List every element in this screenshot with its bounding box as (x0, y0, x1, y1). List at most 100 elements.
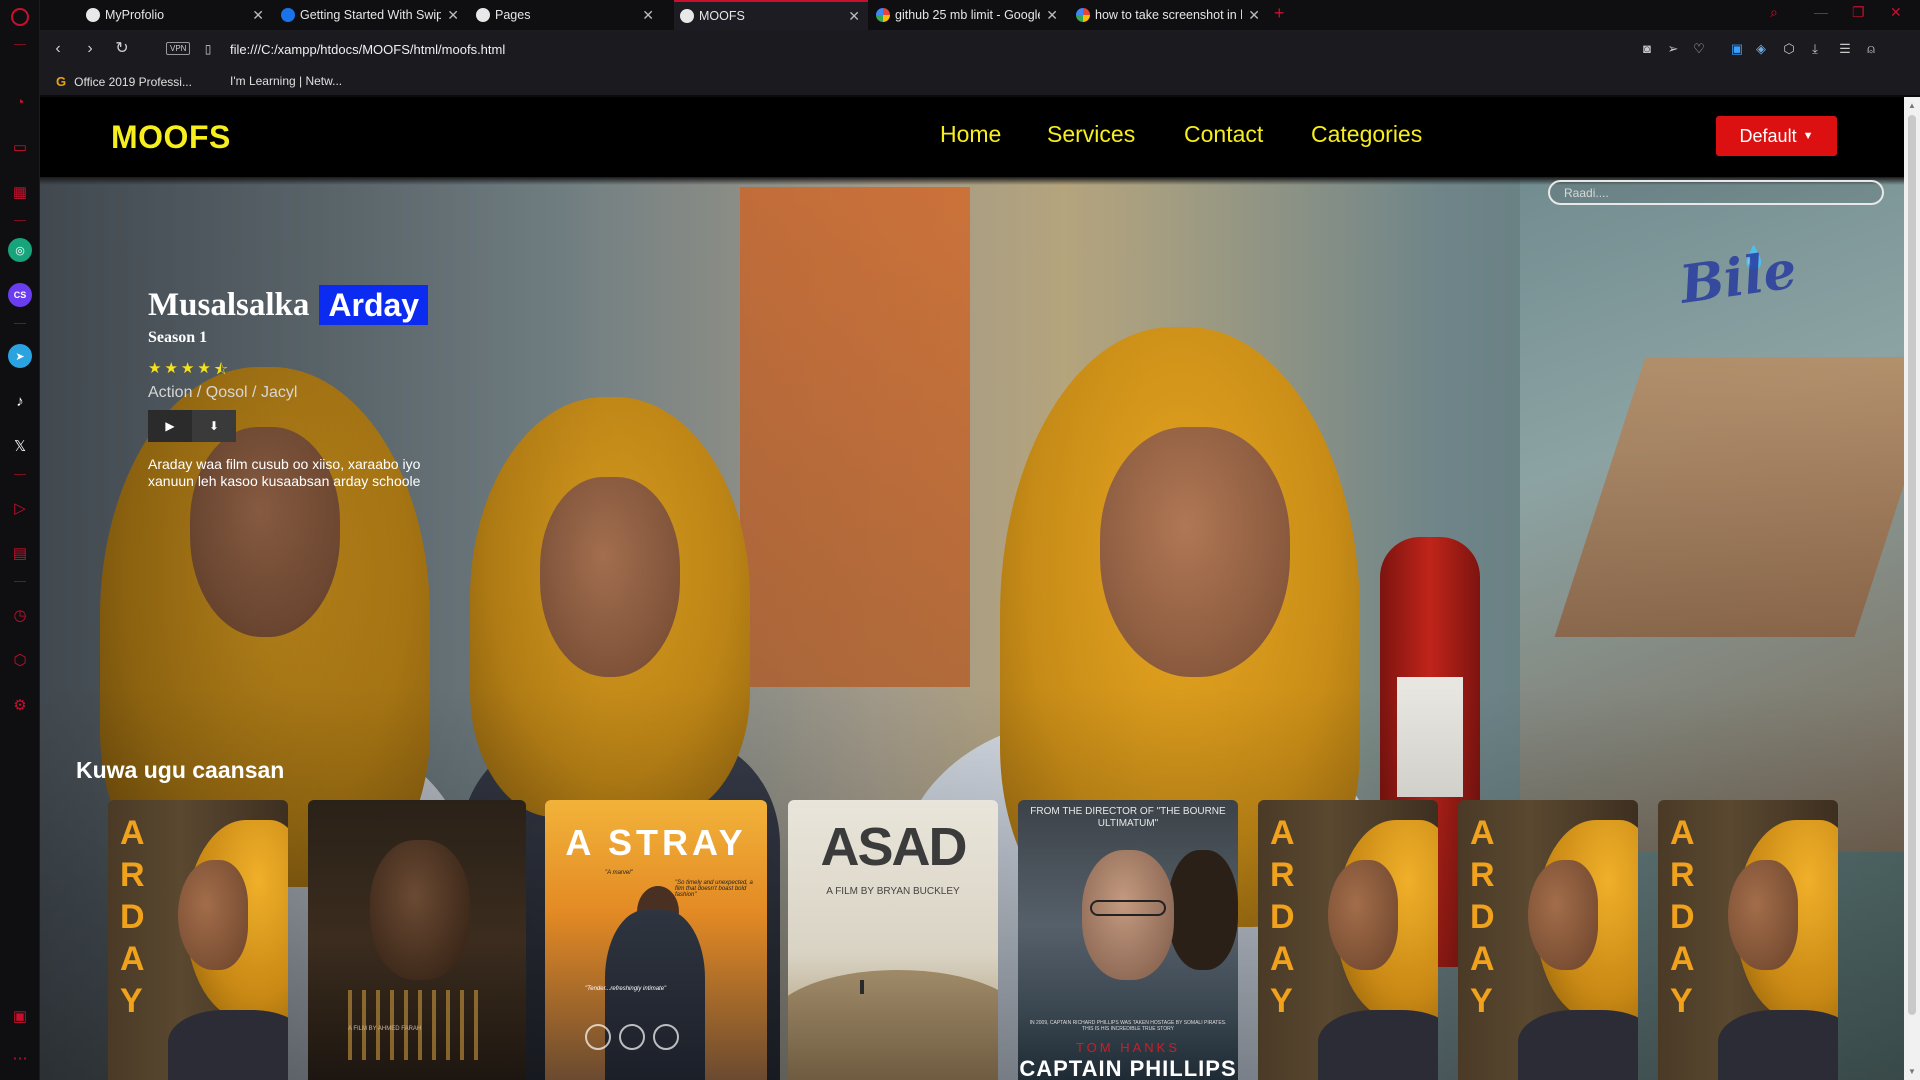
nav-services[interactable]: Services (1047, 121, 1135, 148)
tab-swiper[interactable]: Getting Started With Swiper ✕ (275, 0, 467, 30)
poster-laurels (585, 1024, 679, 1050)
bookmark-learning[interactable]: I'm Learning | Netw... (230, 74, 342, 88)
tab-moofs[interactable]: MOOFS ✕ (674, 0, 868, 30)
play-button[interactable]: ▶ (148, 410, 192, 442)
sidebar-divider (14, 474, 26, 475)
site-logo[interactable]: MOOFS (111, 119, 231, 156)
poster-arday[interactable]: A R D A Y (1658, 800, 1838, 1080)
reload-icon[interactable]: ↻ (112, 39, 132, 59)
scrollbar-thumb[interactable] (1908, 115, 1916, 1015)
poster-art (605, 910, 705, 1080)
bookmark-label: Office 2019 Professi... (74, 74, 192, 89)
tab-screenshot[interactable]: how to take screenshot in l ✕ (1070, 0, 1268, 30)
poster-captain-phillips[interactable]: FROM THE DIRECTOR OF "THE BOURNE ULTIMAT… (1018, 800, 1238, 1080)
calendar-icon[interactable]: ▦ (8, 180, 32, 204)
poster-art (348, 990, 488, 1060)
more-options-icon[interactable]: ⋯ (8, 1046, 32, 1070)
search-tabs-icon[interactable]: ⌕ (1770, 4, 1778, 21)
wallet-icon[interactable]: ▤ (8, 541, 32, 565)
poster-arday[interactable]: A R D A Y (1258, 800, 1438, 1080)
tiktok-icon[interactable]: ♪ (8, 389, 32, 413)
poster-quote: "A marvel" (605, 870, 633, 876)
screenshot-gallery-icon[interactable]: ▣ (8, 1004, 32, 1028)
scroll-up-icon[interactable]: ▲ (1908, 101, 1916, 110)
close-tab-icon[interactable]: ✕ (1046, 7, 1058, 24)
history-icon[interactable]: ◷ (8, 603, 32, 627)
page-file-icon[interactable]: ▯ (198, 39, 218, 59)
tab-pages[interactable]: Pages ✕ (470, 0, 662, 30)
restore-icon[interactable]: ❐ (1852, 4, 1865, 21)
download-manager-icon[interactable]: ⤓ (1806, 40, 1824, 58)
chatsonic-icon[interactable]: CS (8, 283, 32, 307)
google-favicon-icon (1076, 8, 1090, 22)
chatgpt-icon[interactable]: ◎ (8, 238, 32, 262)
cube-icon[interactable]: ⬡ (1780, 40, 1798, 58)
nav-categories[interactable]: Categories (1311, 121, 1422, 148)
scroll-down-icon[interactable]: ▼ (1908, 1067, 1916, 1076)
tab-title: how to take screenshot in l (1095, 8, 1243, 22)
poster-dark-portrait[interactable]: A FILM BY AHMED FARAH (308, 800, 526, 1080)
x-twitter-icon[interactable]: 𝕏 (8, 434, 32, 458)
shopping-bag-icon[interactable]: ▭ (8, 135, 32, 159)
hero-description: Araday waa film cusub oo xiiso, xaraabo … (148, 456, 421, 489)
close-tab-icon[interactable]: ✕ (1248, 7, 1260, 24)
tab-title: Getting Started With Swiper (300, 8, 442, 22)
close-tab-icon[interactable]: ✕ (848, 8, 860, 25)
vpn-badge[interactable]: VPN (166, 42, 191, 55)
nav-contact[interactable]: Contact (1184, 121, 1263, 148)
poster-letter: Y (1470, 982, 1493, 1020)
download-button[interactable]: ⬇ (192, 410, 236, 442)
close-tab-icon[interactable]: ✕ (642, 7, 654, 24)
poster-arday[interactable]: A R D A Y (1458, 800, 1638, 1080)
laurel-icon (619, 1024, 645, 1050)
poster-art (178, 860, 248, 970)
player-icon[interactable]: ▷ (8, 496, 32, 520)
poster-arday[interactable]: A R D A Y (108, 800, 288, 1080)
close-tab-icon[interactable]: ✕ (252, 7, 264, 24)
close-tab-icon[interactable]: ✕ (447, 7, 459, 24)
hero-info: Musalsalka Arday Season 1 ★ ★ ★ ★ ⯪ Acti… (148, 285, 478, 490)
sidebar-divider (14, 220, 26, 221)
poster-asad[interactable]: ASAD A FILM BY BRYAN BUCKLEY (788, 800, 998, 1080)
bookmark-office[interactable]: G Office 2019 Professi... (56, 74, 192, 89)
opera-logo-icon[interactable] (11, 8, 29, 26)
browser-window: ◔ ▭ ▦ ◎ CS ➤ ♪ 𝕏 ▷ ▤ ◷ ⬡ ⚙ ▣ ⋯ MyProfoli… (0, 0, 1920, 1080)
tab-github-limit[interactable]: github 25 mb limit - Google ✕ (870, 0, 1066, 30)
extensions-cube-icon[interactable]: ⬡ (8, 648, 32, 672)
heart-icon[interactable]: ♡ (1690, 40, 1708, 58)
tab-title: Pages (495, 8, 531, 22)
poster-art (1090, 900, 1166, 916)
camera-icon[interactable]: ◙ (1638, 40, 1656, 58)
swiper-favicon-icon (281, 8, 295, 22)
poster-quote: "Tender...refreshingly intimate" (585, 986, 667, 992)
nav-home[interactable]: Home (940, 121, 1001, 148)
easy-setup-icon[interactable]: ☰ (1836, 40, 1854, 58)
close-window-icon[interactable]: ✕ (1890, 4, 1902, 21)
telegram-icon[interactable]: ➤ (8, 344, 32, 368)
profile-icon[interactable]: ⍝ (1862, 40, 1880, 58)
send-icon[interactable]: ➢ (1664, 40, 1682, 58)
search-input[interactable] (1548, 180, 1884, 205)
settings-gear-icon[interactable]: ⚙ (8, 693, 32, 717)
minimize-icon[interactable]: — (1814, 4, 1828, 20)
speed-dial-icon[interactable]: ◔ (8, 90, 32, 114)
tab-title: MyProfolio (105, 8, 165, 22)
url-field[interactable]: file:///C:/xampp/htdocs/MOOFS/html/moofs… (230, 42, 505, 57)
default-dropdown-button[interactable]: Default ▼ (1716, 116, 1837, 156)
poster-art (1518, 1010, 1638, 1080)
extension-translate-icon[interactable]: ▣ (1728, 40, 1746, 58)
page-scrollbar[interactable]: ▲ ▼ (1904, 97, 1920, 1080)
back-icon[interactable]: ‹ (48, 39, 68, 59)
poster-title: A STRAY (565, 822, 747, 863)
hero-title-main: Musalsalka (148, 286, 310, 323)
new-tab-button[interactable]: + (1274, 3, 1285, 24)
forward-icon[interactable]: › (80, 39, 100, 59)
poster-art (1168, 850, 1238, 970)
poster-letter: D (1270, 898, 1295, 936)
star-icon: ★ (197, 360, 211, 377)
tab-myprofolio[interactable]: MyProfolio ✕ (80, 0, 272, 30)
extension-icon[interactable]: ◈ (1752, 40, 1770, 58)
poster-subtitle: A FILM BY BRYAN BUCKLEY (826, 886, 960, 897)
sidebar-divider (14, 323, 26, 324)
poster-a-stray[interactable]: A STRAY "A marvel" "So timely and unexpe… (545, 800, 767, 1080)
